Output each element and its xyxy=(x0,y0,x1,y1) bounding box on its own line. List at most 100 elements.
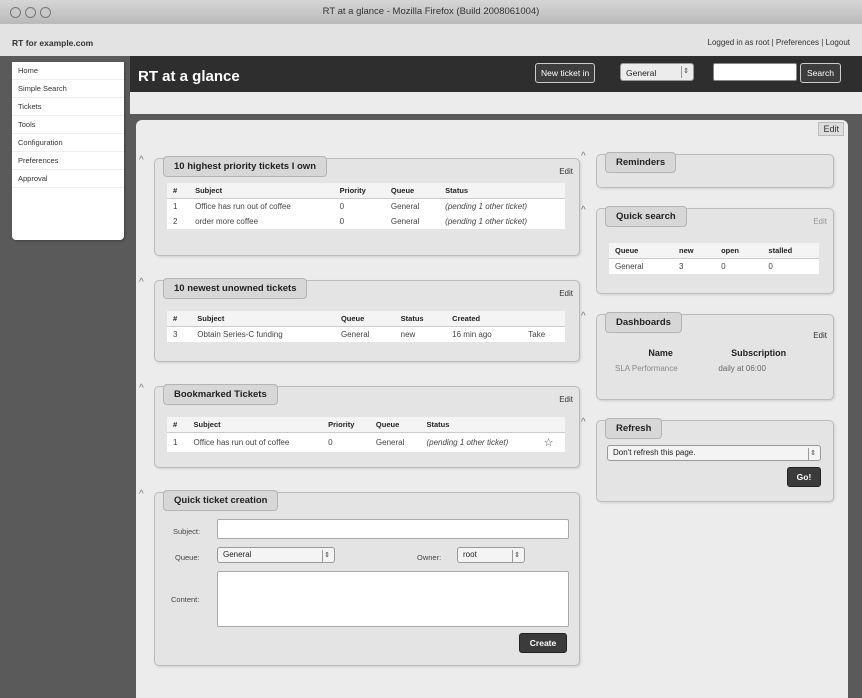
nav-item-simple-search[interactable]: Simple Search xyxy=(12,80,124,98)
ticket-created: 16 min ago xyxy=(452,330,492,339)
ticket-subject[interactable]: Obtain Series-C funding xyxy=(191,327,335,343)
column-header: new xyxy=(673,243,716,259)
ticket-status: (pending 1 other ticket) xyxy=(445,217,527,226)
collapse-icon[interactable]: ^ xyxy=(139,383,144,394)
queue-select[interactable]: General ⇕ xyxy=(217,547,335,563)
box-edit-link[interactable]: Edit xyxy=(559,289,573,298)
content-textarea[interactable] xyxy=(217,571,569,627)
column-header: stalled xyxy=(762,243,819,259)
collapse-icon[interactable]: ^ xyxy=(581,151,586,162)
content-label: Content: xyxy=(171,595,200,604)
column-header[interactable]: Priority xyxy=(322,417,370,433)
ticket-id[interactable]: 1 xyxy=(167,199,189,215)
collapse-icon[interactable]: ^ xyxy=(139,277,144,288)
refresh-interval-select[interactable]: Don't refresh this page. ⇕ xyxy=(607,445,821,461)
ticket-priority: 0 xyxy=(339,217,345,226)
main-navigation: Home Simple Search Tickets Tools Configu… xyxy=(12,62,124,240)
new-ticket-queue-select[interactable]: General ⇕ xyxy=(620,63,694,81)
quick-search-box: ^ Quick search Edit Queue new open stall… xyxy=(581,205,834,294)
subject-label: Subject: xyxy=(173,527,201,536)
box-edit-link[interactable]: Edit xyxy=(559,167,573,176)
new-ticket-button[interactable]: New ticket in xyxy=(535,63,596,83)
ticket-subject[interactable]: order more coffee xyxy=(189,214,334,229)
nav-item-configuration[interactable]: Configuration xyxy=(12,134,124,152)
collapse-icon[interactable]: ^ xyxy=(581,205,586,216)
search-button[interactable]: Search xyxy=(800,63,841,83)
ticket-queue: General xyxy=(375,438,405,447)
box-title: Reminders xyxy=(605,152,677,173)
ticket-subject[interactable]: Office has run out of coffee xyxy=(188,433,323,453)
column-header: Subscription xyxy=(731,348,787,358)
table-row[interactable]: 1 Office has run out of coffee 0 General… xyxy=(167,199,565,215)
column-header: # xyxy=(167,311,192,327)
table-row[interactable]: 3 Obtain Series-C funding General new 16… xyxy=(167,327,565,343)
column-header[interactable]: Queue xyxy=(384,183,440,199)
table-row[interactable]: 2 order more coffee 0 General (pending 1… xyxy=(167,214,565,229)
column-header[interactable]: Created xyxy=(446,311,523,327)
column-header[interactable]: Queue xyxy=(369,417,421,433)
dashboard-subscription[interactable]: daily at 06:00 xyxy=(712,361,805,376)
table-row[interactable]: General 3 0 0 xyxy=(609,259,819,275)
column-header[interactable]: Status xyxy=(439,183,565,199)
box-title: Quick ticket creation xyxy=(163,490,279,511)
nav-item-tickets[interactable]: Tickets xyxy=(12,98,124,116)
box-title: 10 newest unowned tickets xyxy=(163,278,308,299)
ticket-subject[interactable]: Office has run out of coffee xyxy=(189,199,334,215)
box-edit-link[interactable]: Edit xyxy=(813,217,827,226)
collapse-icon[interactable]: ^ xyxy=(581,417,586,428)
column-header[interactable]: Subject xyxy=(191,311,335,327)
box-title: Bookmarked Tickets xyxy=(163,384,278,405)
preferences-link[interactable]: Preferences xyxy=(776,38,819,47)
site-name: RT for example.com xyxy=(12,38,94,48)
column-header xyxy=(537,417,565,433)
column-header[interactable]: Subject xyxy=(187,417,323,433)
column-header: open xyxy=(715,243,763,259)
box-title: Refresh xyxy=(605,418,663,439)
column-header[interactable]: Queue xyxy=(334,311,395,327)
owner-select[interactable]: root ⇕ xyxy=(457,547,525,563)
create-button[interactable]: Create xyxy=(519,633,567,653)
rt-top-bar: RT for example.com Logged in as root | P… xyxy=(0,24,862,56)
nav-item-tools[interactable]: Tools xyxy=(12,116,124,134)
edit-page-button[interactable]: Edit xyxy=(818,122,844,136)
logout-link[interactable]: Logout xyxy=(826,38,850,47)
bookmarked-tickets-table: # Subject Priority Queue Status 1 Office… xyxy=(167,417,565,452)
column-header[interactable]: Status xyxy=(420,417,538,433)
ticket-id[interactable]: 3 xyxy=(167,327,191,343)
take-link[interactable]: Take xyxy=(522,327,565,343)
refresh-go-button[interactable]: Go! xyxy=(787,467,821,487)
ticket-id[interactable]: 2 xyxy=(167,214,189,229)
queue-name[interactable]: General xyxy=(609,259,673,275)
box-edit-link[interactable]: Edit xyxy=(813,331,827,340)
owner-label: Owner: xyxy=(417,553,442,562)
dashboard-name[interactable]: SLA Performance xyxy=(609,361,712,376)
column-header[interactable]: Subject xyxy=(189,183,334,199)
window-titlebar: RT at a glance - Mozilla Firefox (Build … xyxy=(0,0,862,25)
nav-item-home[interactable]: Home xyxy=(12,62,124,80)
table-header-row: # Subject Priority Queue Status xyxy=(167,183,565,199)
nav-item-approval[interactable]: Approval xyxy=(12,170,124,188)
box-edit-link[interactable]: Edit xyxy=(559,395,573,404)
ticket-status: new xyxy=(400,330,416,339)
collapse-icon[interactable]: ^ xyxy=(139,155,144,166)
refresh-box: ^ Refresh Don't refresh this page. ⇕ Go! xyxy=(581,417,834,502)
dashboards-box: ^ Dashboards Edit Name Subscription SLA … xyxy=(581,311,834,400)
column-header[interactable]: Status xyxy=(394,311,447,327)
collapse-icon[interactable]: ^ xyxy=(581,311,586,322)
nav-item-preferences[interactable]: Preferences xyxy=(12,152,124,170)
ticket-id[interactable]: 1 xyxy=(167,433,188,453)
bookmark-star-icon[interactable]: ☆ xyxy=(538,433,565,453)
table-row[interactable]: SLA Performance daily at 06:00 xyxy=(609,361,805,376)
refresh-select-value: Don't refresh this page. xyxy=(613,448,696,457)
select-arrows-icon: ⇕ xyxy=(512,550,521,562)
collapse-icon[interactable]: ^ xyxy=(139,489,144,500)
box-title: 10 highest priority tickets I own xyxy=(163,156,328,177)
search-input[interactable] xyxy=(713,63,797,81)
subject-input[interactable] xyxy=(217,519,569,539)
column-header[interactable]: Priority xyxy=(333,183,385,199)
table-row[interactable]: 1 Office has run out of coffee 0 General… xyxy=(167,433,565,453)
stalled-count[interactable]: 0 xyxy=(762,259,819,275)
new-count[interactable]: 3 xyxy=(673,259,715,275)
open-count[interactable]: 0 xyxy=(715,259,762,275)
select-arrows-icon: ⇕ xyxy=(322,550,331,562)
